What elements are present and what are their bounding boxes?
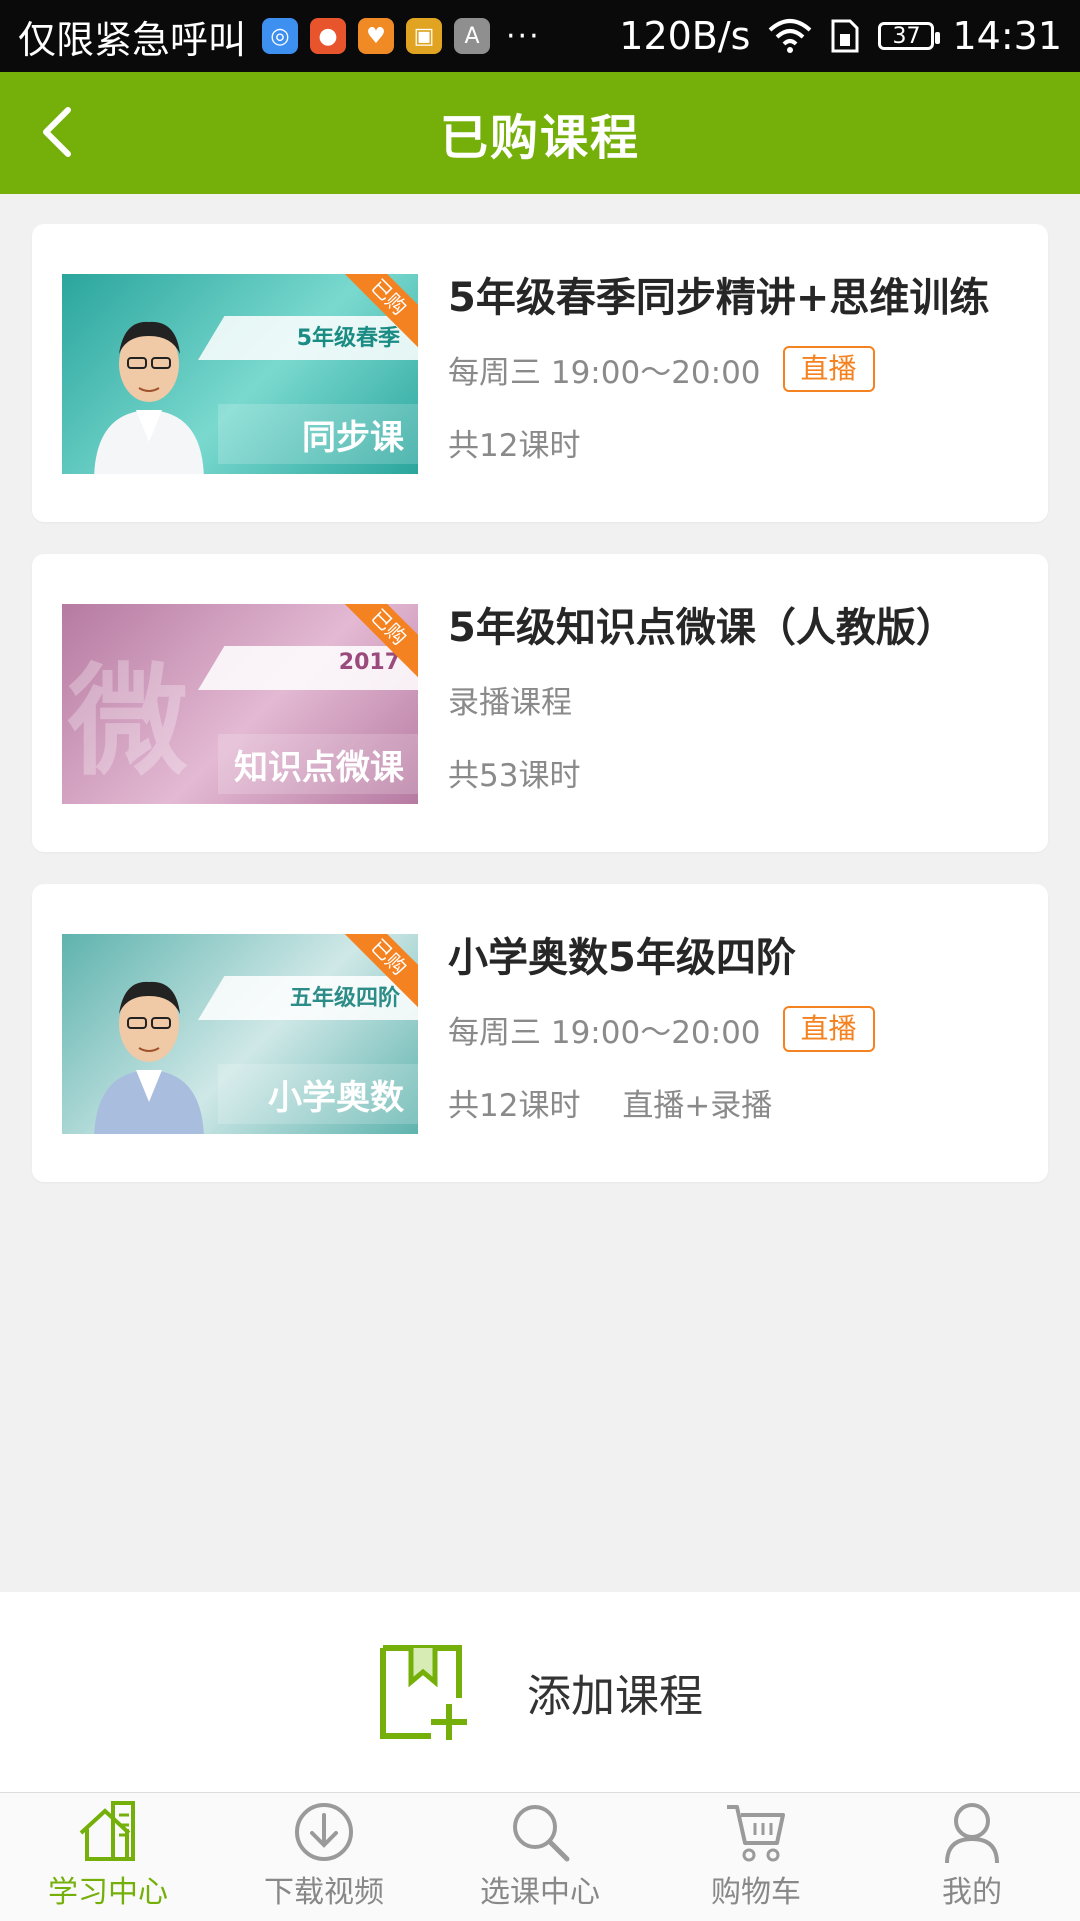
thumbnail-title: 小学奥数 — [268, 1078, 404, 1118]
course-lessons: 共12课时 — [448, 428, 581, 464]
course-card[interactable]: 5年级春季 同步课 已购 5年级春季同步精讲+思维训练 每周三 19:00～20… — [32, 224, 1048, 522]
live-badge: 直播 — [782, 346, 875, 392]
course-card[interactable]: 微 2017 知识点微课 已购 5年级知识点微课（人教版） 录播课程 共53课时 — [32, 554, 1048, 852]
download-icon — [295, 1803, 353, 1861]
page-title: 已购课程 — [439, 110, 640, 166]
course-schedule-row: 每周三 19:00～20:00 直播 — [448, 346, 1028, 392]
nav-label: 我的 — [942, 1875, 1002, 1910]
course-schedule-row: 每周三 19:00～20:00 直播 — [448, 1006, 1028, 1052]
teacher-photo — [94, 321, 204, 474]
clock: 14:31 — [952, 14, 1062, 58]
home-icon — [79, 1801, 135, 1861]
course-lessons-row: 共12课时 直播+录播 — [448, 1080, 1028, 1125]
course-lessons-row: 共53课时 — [448, 750, 1028, 795]
add-bookmark-icon — [380, 1645, 467, 1740]
course-schedule: 每周三 19:00～20:00 — [448, 354, 761, 391]
watermark-text: 微 — [68, 653, 188, 792]
course-title: 5年级春季同步精讲+思维训练 — [448, 275, 990, 321]
back-icon[interactable] — [28, 100, 92, 164]
nav-label: 下载视频 — [264, 1875, 384, 1910]
course-title: 5年级知识点微课（人教版） — [448, 605, 956, 651]
sim-icon — [831, 19, 859, 53]
course-mode: 直播+录播 — [622, 1088, 773, 1124]
nav-label: 学习中心 — [48, 1875, 168, 1910]
course-lessons: 共12课时 — [448, 1088, 581, 1124]
course-info: 小学奥数5年级四阶 每周三 19:00～20:00 直播 共12课时 直播+录播 — [448, 930, 1028, 1125]
nav-item-download[interactable]: 下载视频 — [216, 1793, 432, 1921]
live-badge: 直播 — [782, 1006, 875, 1052]
wifi-icon — [769, 19, 812, 53]
course-info: 5年级春季同步精讲+思维训练 每周三 19:00～20:00 直播 共12课时 — [448, 270, 1028, 465]
bottom-nav: 学习中心 下载视频 选课中心 购物车 我的 — [0, 1792, 1080, 1921]
course-thumbnail: 五年级四阶 小学奥数 已购 — [62, 934, 418, 1134]
course-schedule-row: 录播课程 — [448, 676, 1028, 722]
course-lessons-row: 共12课时 — [448, 420, 1028, 465]
keyboard-app-icon: A — [454, 18, 491, 54]
status-bar: 仅限紧急呼叫 ◎ ● ♥ ▣ A ··· 120B/s 37 14:31 — [0, 0, 1080, 72]
course-card[interactable]: 五年级四阶 小学奥数 已购 小学奥数5年级四阶 每周三 19:00～20:00 … — [32, 884, 1048, 1182]
cart-icon — [727, 1805, 785, 1862]
course-thumbnail: 微 2017 知识点微课 已购 — [62, 604, 418, 804]
course-schedule: 每周三 19:00～20:00 — [448, 1014, 761, 1051]
course-lessons: 共53课时 — [448, 758, 581, 794]
browser-app-icon: ◎ — [262, 18, 299, 54]
course-schedule: 录播课程 — [448, 684, 572, 721]
bag-app-icon: ▣ — [406, 18, 443, 54]
user-icon — [945, 1803, 999, 1864]
course-info: 5年级知识点微课（人教版） 录播课程 共53课时 — [448, 600, 1028, 795]
carrier-text: 仅限紧急呼叫 — [18, 17, 247, 62]
more-notifications-icon: ··· — [506, 18, 541, 54]
game-center-app-icon: ● — [310, 18, 347, 54]
thumbnail-tag: 2017 — [338, 650, 400, 675]
nav-item-home[interactable]: 学习中心 — [0, 1793, 216, 1921]
teacher-photo — [94, 981, 204, 1134]
nav-item-cart[interactable]: 购物车 — [648, 1793, 864, 1921]
thumbnail-title: 同步课 — [302, 418, 404, 458]
nav-label: 购物车 — [711, 1875, 801, 1910]
add-course-button[interactable]: 添加课程 — [0, 1592, 1080, 1792]
add-course-label: 添加课程 — [527, 1671, 703, 1722]
thumbnail-tag: 5年级春季 — [296, 326, 400, 351]
nav-item-search[interactable]: 选课中心 — [432, 1793, 648, 1921]
course-list: 5年级春季 同步课 已购 5年级春季同步精讲+思维训练 每周三 19:00～20… — [32, 224, 1048, 1214]
nav-item-user[interactable]: 我的 — [864, 1793, 1080, 1921]
thumbnail-tag: 五年级四阶 — [289, 986, 400, 1011]
notification-icons: ◎ ● ♥ ▣ A — [262, 18, 491, 54]
search-icon — [513, 1805, 570, 1862]
thumbnail-title: 知识点微课 — [234, 748, 404, 788]
course-thumbnail: 5年级春季 同步课 已购 — [62, 274, 418, 474]
battery-icon: 37 — [878, 22, 941, 50]
health-app-icon: ♥ — [358, 18, 395, 54]
course-title: 小学奥数5年级四阶 — [448, 935, 796, 981]
app-header: 已购课程 — [0, 72, 1080, 194]
network-speed: 120B/s — [619, 14, 751, 58]
nav-label: 选课中心 — [480, 1875, 600, 1910]
